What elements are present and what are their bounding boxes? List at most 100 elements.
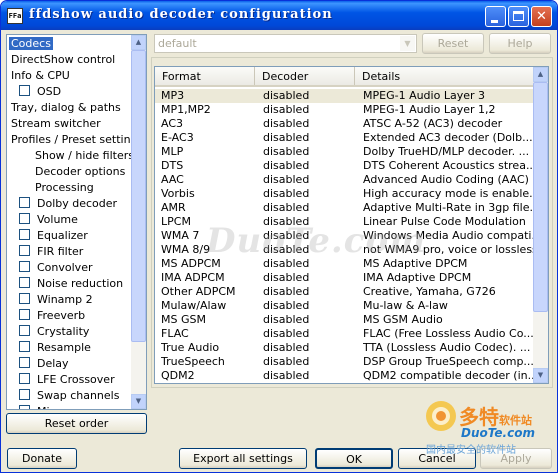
codec-row[interactable]: IMA ADPCM disabled IMA Adaptive DPCM [155,271,533,285]
filter-checkbox[interactable] [19,389,30,400]
codec-row[interactable]: QDM2 disabled QDM2 compatible decoder (in.… [155,369,533,383]
filter-checkbox[interactable] [19,245,30,256]
close-button[interactable]: ✕ [531,6,552,27]
tree-item[interactable]: Freeverb [19,308,87,324]
help-button[interactable]: Help [489,33,551,54]
filter-checkbox[interactable] [19,277,30,288]
tree-item[interactable]: FIR filter [19,244,85,260]
tree-item[interactable]: Stream switcher [9,116,103,132]
codecs-scroll-thumb[interactable] [533,82,548,312]
codec-row[interactable]: AMR disabled Adaptive Multi-Rate in 3gp fi… [155,201,533,215]
codec-decoder-cell[interactable]: disabled [263,131,353,145]
column-header-details[interactable]: Details [355,67,533,85]
tree-item[interactable]: Decoder options [33,164,127,180]
codec-row[interactable]: AC3 disabled ATSC A-52 (AC3) decoder [155,117,533,131]
codec-row[interactable]: MS GSM disabled MS GSM Audio [155,313,533,327]
filter-checkbox[interactable] [19,293,30,304]
codec-decoder-cell[interactable]: disabled [263,327,353,341]
filter-checkbox[interactable] [19,261,30,272]
codec-details-cell: MPEG-1 Audio Layer 3 [363,89,485,102]
codec-row[interactable]: TrueSpeech disabled DSP Group TrueSpeech c… [155,355,533,369]
tree-item[interactable]: DirectShow control [9,52,117,68]
codec-row[interactable]: AAC disabled Advanced Audio Coding (AAC) [155,173,533,187]
preset-reset-button[interactable]: Reset [422,33,484,54]
tree-item-label: Processing [35,181,94,194]
filter-checkbox[interactable] [19,357,30,368]
donate-button[interactable]: Donate [7,448,77,469]
tree-item[interactable]: OSD [19,84,63,100]
settings-tree[interactable]: Codecs DirectShow control Info & CPU OSD Tra… [6,34,147,410]
tree-item[interactable]: Mixer [19,404,69,409]
codec-decoder-cell[interactable]: disabled [263,103,353,117]
codec-decoder-cell[interactable]: disabled [263,117,353,131]
title-bar[interactable]: FFa ffdshow audio decoder configuration … [1,1,557,30]
codec-decoder-cell[interactable]: disabled [263,271,353,285]
scroll-up-icon[interactable]: ▲ [533,67,548,82]
filter-checkbox[interactable] [19,405,30,409]
codec-decoder-cell[interactable]: disabled [263,299,353,313]
tree-item[interactable]: Processing [33,180,96,196]
tree-scroll-thumb[interactable] [131,50,146,342]
tree-item[interactable]: Tray, dialog & paths [9,100,123,116]
filter-checkbox[interactable] [19,197,30,208]
codec-decoder-cell[interactable]: disabled [263,187,353,201]
tree-item[interactable]: Info & CPU [9,68,72,84]
filter-checkbox[interactable] [19,341,30,352]
tree-item[interactable]: Profiles / Preset settings [9,132,145,148]
codec-row[interactable]: MP1,MP2 disabled MPEG-1 Audio Layer 1,2 [155,103,533,117]
tree-item[interactable]: Convolver [19,260,94,276]
codec-row[interactable]: Mulaw/Alaw disabled Mu-law & A-law [155,299,533,313]
tree-item[interactable]: Noise reduction [19,276,125,292]
app-icon[interactable]: FFa [7,8,23,24]
preset-select[interactable]: default ▼ [154,34,417,53]
codec-decoder-cell[interactable]: disabled [263,313,353,327]
tree-item[interactable]: Winamp 2 [19,292,95,308]
codec-decoder-cell[interactable]: disabled [263,89,353,103]
tree-item[interactable]: Volume [19,212,80,228]
codec-decoder-cell[interactable]: disabled [263,341,353,355]
tree-item[interactable]: Equalizer [19,228,90,244]
tree-item[interactable]: Codecs [9,36,53,52]
reset-order-button[interactable]: Reset order [6,413,147,434]
minimize-button[interactable] [485,6,506,27]
export-all-settings-button[interactable]: Export all settings [179,448,307,469]
tree-item[interactable]: Show / hide filters [33,148,136,164]
tree-item[interactable]: Swap channels [19,388,121,404]
filter-checkbox[interactable] [19,85,30,96]
tree-item[interactable]: Resample [19,340,93,356]
codec-row[interactable]: MLP disabled Dolby TrueHD/MLP decoder. ... [155,145,533,159]
codec-row[interactable]: MP3 disabled MPEG-1 Audio Layer 3 [155,89,533,103]
codec-row[interactable]: True Audio disabled TTA (Lossless Audio Co… [155,341,533,355]
column-header-decoder[interactable]: Decoder [255,67,355,85]
filter-checkbox[interactable] [19,309,30,320]
column-header-format[interactable]: Format [155,67,255,85]
tree-item-label: FIR filter [37,245,84,258]
codecs-scrollbar[interactable]: ▲ ▼ [533,67,548,383]
codec-decoder-cell[interactable]: disabled [263,159,353,173]
maximize-button[interactable] [508,6,529,27]
codec-decoder-cell[interactable]: disabled [263,285,353,299]
codec-row[interactable]: E-AC3 disabled Extended AC3 decoder (Dolb.… [155,131,533,145]
filter-checkbox[interactable] [19,229,30,240]
tree-item[interactable]: Dolby decoder [19,196,119,212]
filter-checkbox[interactable] [19,373,30,384]
codec-row[interactable]: FLAC disabled FLAC (Free Lossless Audio Co… [155,327,533,341]
codec-row[interactable]: Other ADPCM disabled Creative, Yamaha, G72… [155,285,533,299]
codec-decoder-cell[interactable]: disabled [263,369,353,383]
scroll-down-icon[interactable]: ▼ [131,394,146,409]
filter-checkbox[interactable] [19,325,30,336]
ok-button[interactable]: OK [315,448,393,469]
codec-decoder-cell[interactable]: disabled [263,173,353,187]
codec-row[interactable]: DTS disabled DTS Coherent Acoustics strea.… [155,159,533,173]
filter-checkbox[interactable] [19,213,30,224]
scroll-up-icon[interactable]: ▲ [131,35,146,50]
tree-item[interactable]: Crystality [19,324,91,340]
codec-row[interactable]: Vorbis disabled High accuracy mode is enab… [155,187,533,201]
codec-decoder-cell[interactable]: disabled [263,201,353,215]
codec-decoder-cell[interactable]: disabled [263,145,353,159]
tree-item[interactable]: Delay [19,356,71,372]
tree-scrollbar[interactable]: ▲ ▼ [131,35,146,409]
tree-item[interactable]: LFE Crossover [19,372,117,388]
codec-decoder-cell[interactable]: disabled [263,355,353,369]
scroll-down-icon[interactable]: ▼ [533,368,548,383]
